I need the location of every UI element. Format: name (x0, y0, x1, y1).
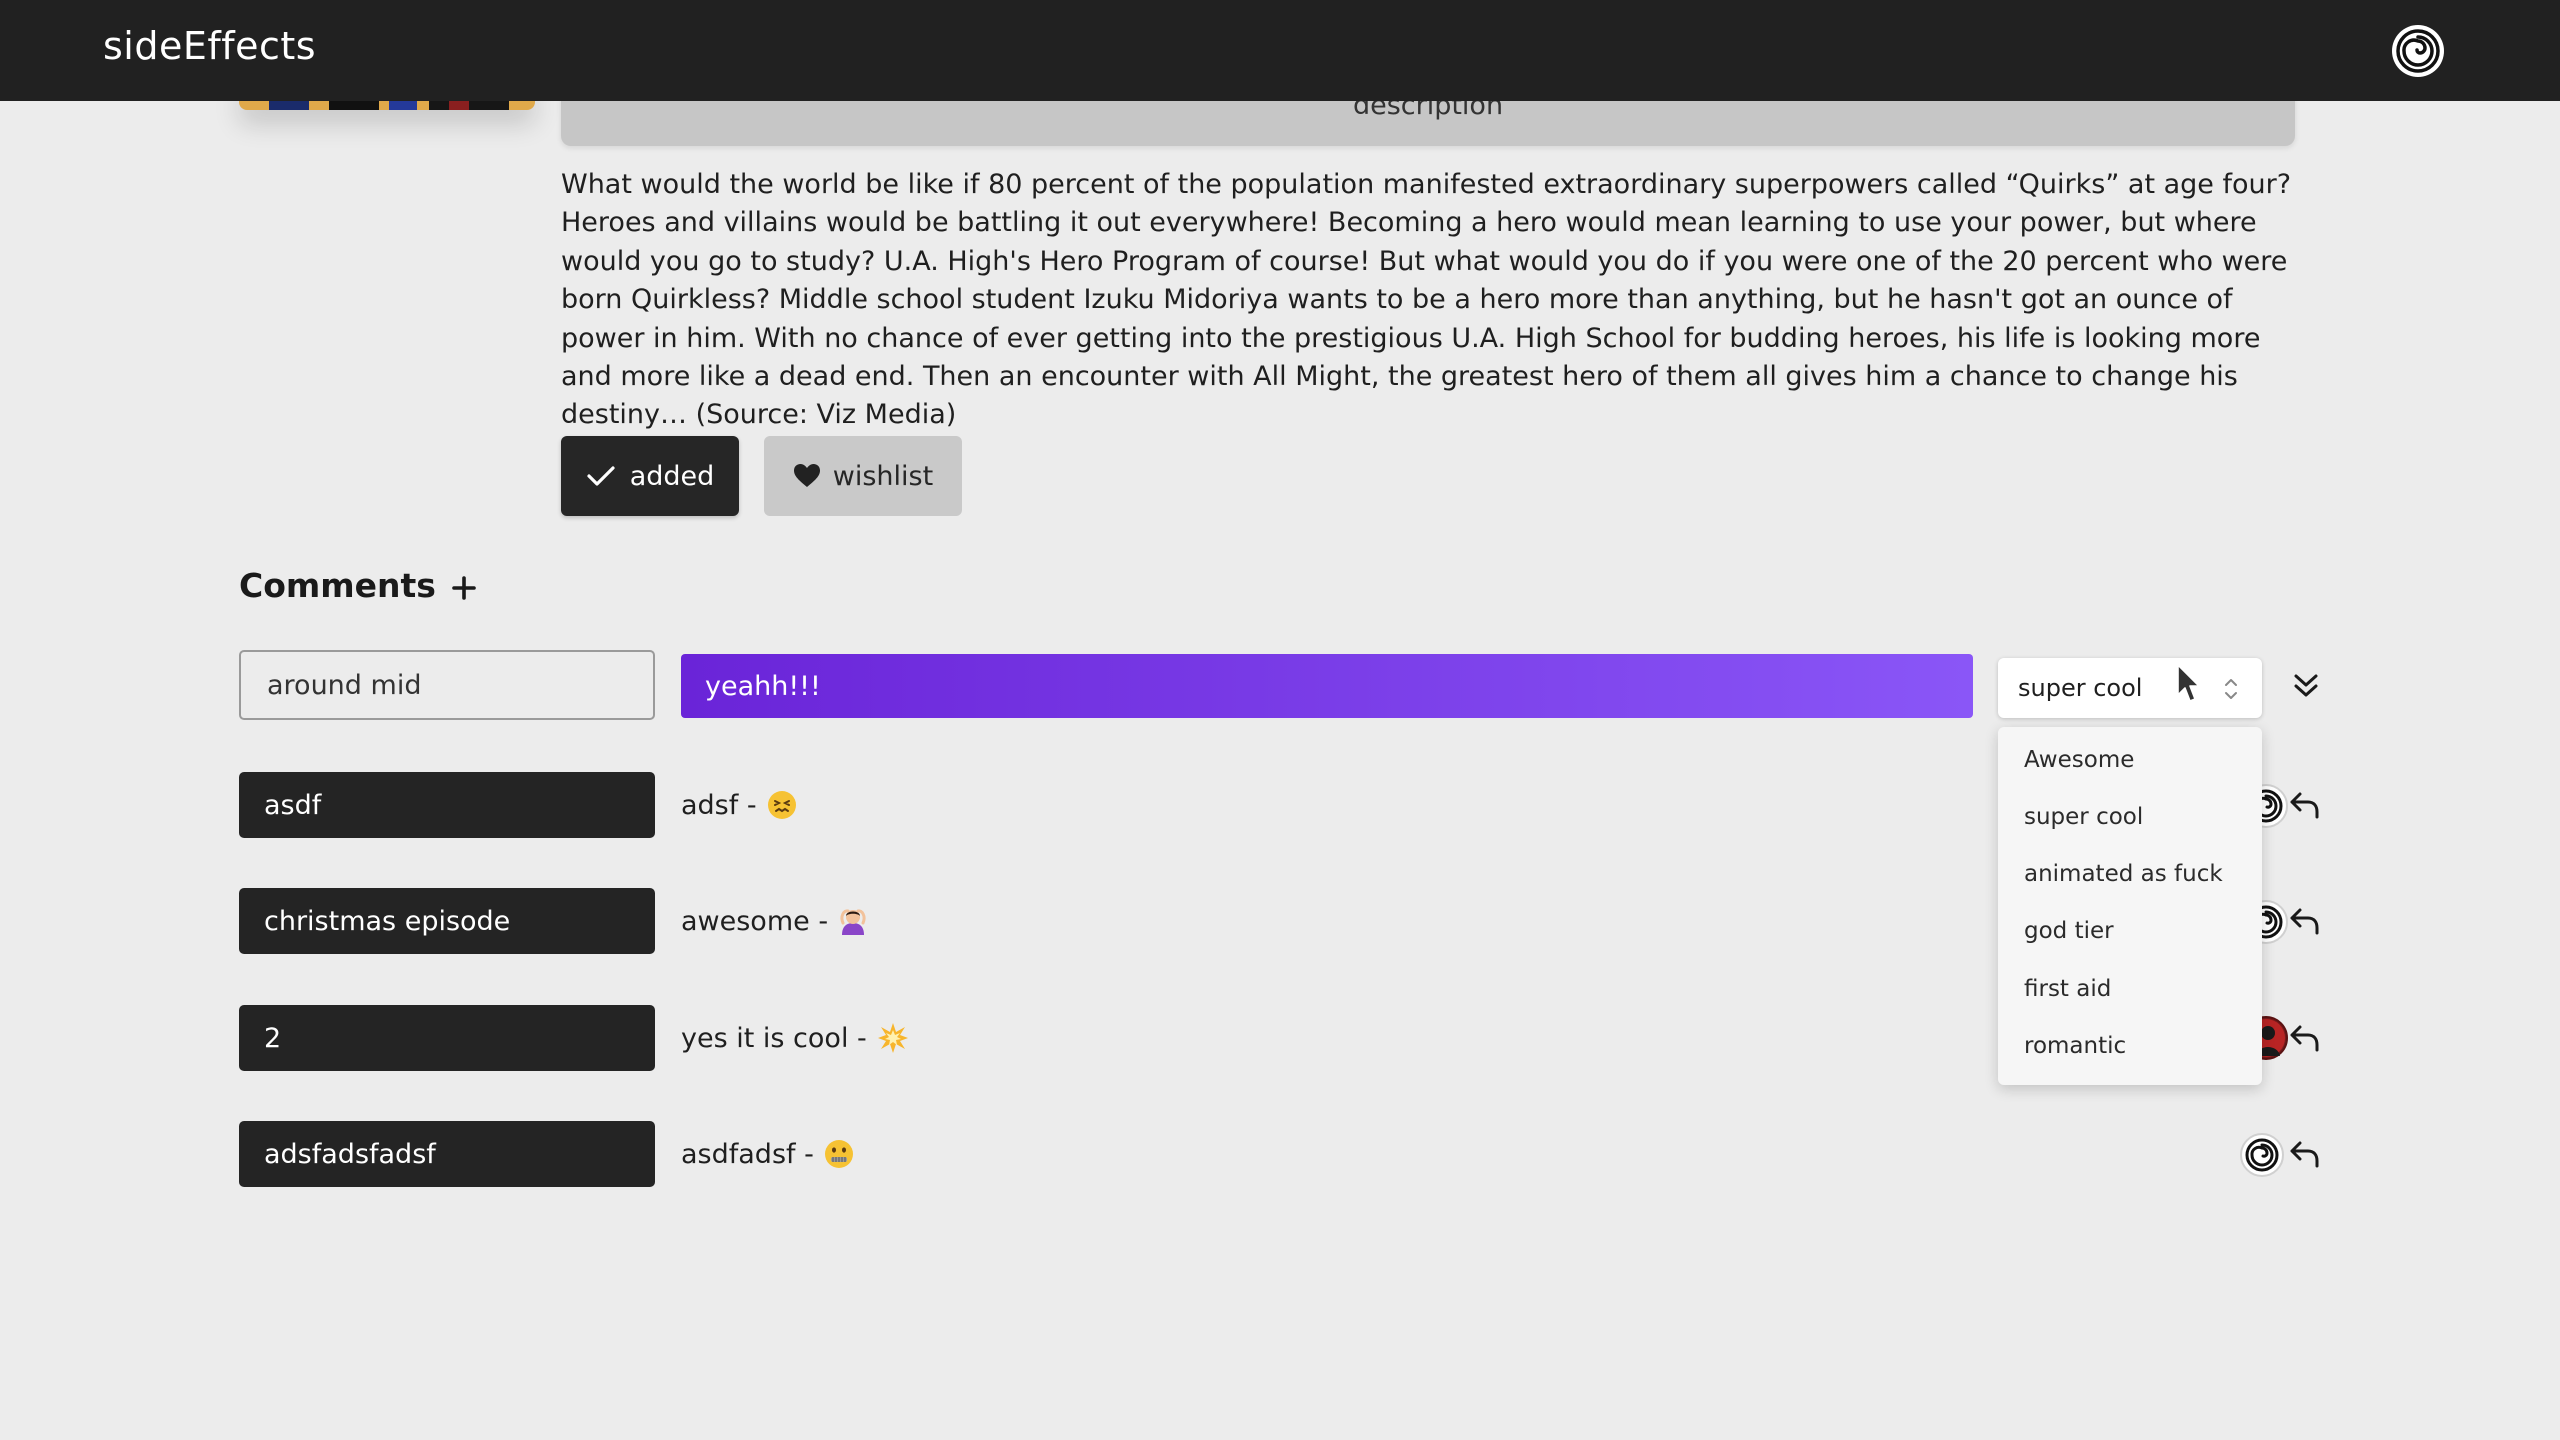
comment-title-chip: asdf (239, 772, 655, 838)
comments-heading: Comments (239, 566, 436, 605)
comment-body: asdfadsf - (681, 1134, 854, 1174)
person-gesturing-ok-icon (840, 909, 866, 935)
comment-body-text: adsf - (681, 789, 757, 821)
select-updown-icon (2225, 679, 2237, 699)
spiral-icon (2396, 29, 2440, 73)
dropdown-option-god-tier[interactable]: god tier (2024, 918, 2114, 944)
reply-icon[interactable] (2288, 1023, 2322, 1053)
reply-icon[interactable] (2288, 790, 2322, 820)
wishlist-label: wishlist (832, 460, 934, 492)
dropdown-option-awesome[interactable]: Awesome (2024, 747, 2134, 773)
tag-dropdown-menu: Awesome super cool animated as fuck god … (1998, 727, 2262, 1085)
comment-tag-select[interactable]: super cool (1998, 658, 2262, 718)
comment-title-input[interactable] (239, 650, 655, 720)
plus-icon (452, 576, 476, 600)
reply-icon[interactable] (2288, 1139, 2322, 1169)
add-comment-button[interactable] (446, 568, 482, 608)
comment-body-text: awesome - (681, 905, 829, 937)
collapse-chevron-icon[interactable] (2288, 668, 2324, 704)
top-navbar: sideEffects (0, 0, 2560, 101)
comment-body-input[interactable] (681, 654, 1973, 718)
user-avatar[interactable] (2392, 25, 2444, 77)
comment-body: adsf - (681, 785, 797, 825)
collision-icon (877, 1023, 908, 1053)
anime-synopsis: What would the world be like if 80 perce… (561, 169, 2292, 431)
comment-body-text: yes it is cool - (681, 1022, 867, 1054)
comment-title-chip: 2 (239, 1005, 655, 1071)
comment-body: awesome - (681, 901, 868, 941)
comment-author-avatar[interactable] (2240, 1133, 2284, 1177)
comment-title-chip: adsfadsfadsf (239, 1121, 655, 1187)
persevering-face-icon (767, 791, 796, 819)
reply-icon[interactable] (2288, 906, 2322, 936)
comment-body: yes it is cool - (681, 1018, 909, 1058)
heart-icon (793, 464, 820, 487)
dropdown-option-super-cool[interactable]: super cool (2024, 804, 2143, 830)
mouse-cursor-icon (2177, 664, 2200, 702)
brand-logo[interactable]: sideEffects (103, 24, 316, 68)
comment-title-chip: christmas episode (239, 888, 655, 954)
tag-select-value: super cool (2018, 674, 2143, 702)
zipper-mouth-face-icon (824, 1140, 853, 1168)
wishlist-button[interactable]: wishlist (764, 436, 962, 516)
added-button[interactable]: added (561, 436, 739, 516)
comment-body-text: asdfadsf - (681, 1138, 814, 1170)
check-icon (587, 466, 615, 486)
dropdown-option-first-aid[interactable]: first aid (2024, 976, 2111, 1002)
spiral-icon (2245, 1138, 2279, 1172)
dropdown-option-animated[interactable]: animated as fuck (2024, 861, 2223, 887)
added-label: added (629, 460, 715, 492)
dropdown-option-romantic[interactable]: romantic (2024, 1033, 2126, 1059)
